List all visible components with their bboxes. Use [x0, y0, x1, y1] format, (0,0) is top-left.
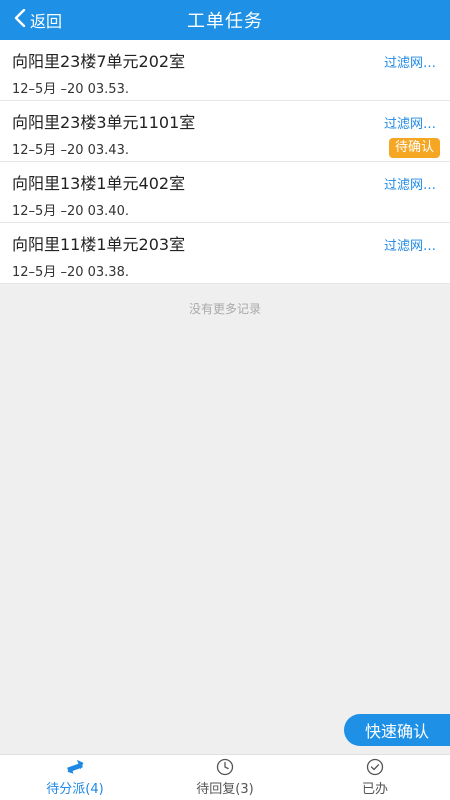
order-item[interactable]: 向阳里23楼3单元1101室 12–5月 –20 03.43. 过滤网… 待确认	[0, 101, 450, 162]
order-item[interactable]: 向阳里11楼1单元203室 12–5月 –20 03.38. 过滤网…	[0, 223, 450, 284]
order-type: 过滤网…	[383, 239, 436, 254]
order-address: 向阳里23楼3单元1101室	[12, 113, 196, 132]
order-type: 过滤网…	[383, 117, 436, 132]
app-root: 返回 工单任务 向阳里23楼7单元202室 12–5月 –20 03.53. 过…	[0, 0, 450, 800]
order-address: 向阳里11楼1单元203室	[12, 235, 186, 254]
tab-label: 待分派(4)	[46, 782, 104, 797]
order-address: 向阳里23楼7单元202室	[12, 52, 186, 71]
tab-pending-reply[interactable]: 待回复(3)	[150, 755, 300, 800]
check-circle-icon	[366, 758, 384, 776]
order-date: 12–5月 –20 03.40.	[12, 204, 129, 219]
tab-label: 已办	[361, 782, 388, 797]
swap-arrows-icon	[64, 758, 86, 776]
order-address: 向阳里13楼1单元402室	[12, 174, 186, 193]
quick-confirm-button[interactable]: 快速确认	[344, 714, 450, 746]
tab-label: 待回复(3)	[196, 782, 254, 797]
order-item[interactable]: 向阳里13楼1单元402室 12–5月 –20 03.40. 过滤网…	[0, 162, 450, 223]
order-date: 12–5月 –20 03.38.	[12, 265, 129, 280]
chevron-left-icon	[14, 8, 26, 31]
back-label: 返回	[30, 12, 63, 31]
order-type: 过滤网…	[383, 56, 436, 71]
no-more-records: 没有更多记录	[188, 302, 261, 316]
bottom-tab-bar: 待分派(4) 待回复(3) 已办	[0, 754, 450, 800]
order-date: 12–5月 –20 03.43.	[12, 143, 129, 158]
back-button[interactable]: 返回	[14, 0, 62, 40]
tab-done[interactable]: 已办	[300, 755, 450, 800]
status-badge: 待确认	[388, 138, 440, 158]
page-title: 工单任务	[187, 11, 263, 32]
header-bar: 返回 工单任务	[0, 0, 450, 40]
tab-pending-dispatch[interactable]: 待分派(4)	[0, 755, 150, 800]
order-date: 12–5月 –20 03.53.	[12, 82, 129, 97]
order-list: 向阳里23楼7单元202室 12–5月 –20 03.53. 过滤网… 向阳里2…	[0, 40, 450, 284]
clock-icon	[216, 758, 234, 776]
order-type: 过滤网…	[383, 178, 436, 193]
order-item[interactable]: 向阳里23楼7单元202室 12–5月 –20 03.53. 过滤网…	[0, 40, 450, 101]
